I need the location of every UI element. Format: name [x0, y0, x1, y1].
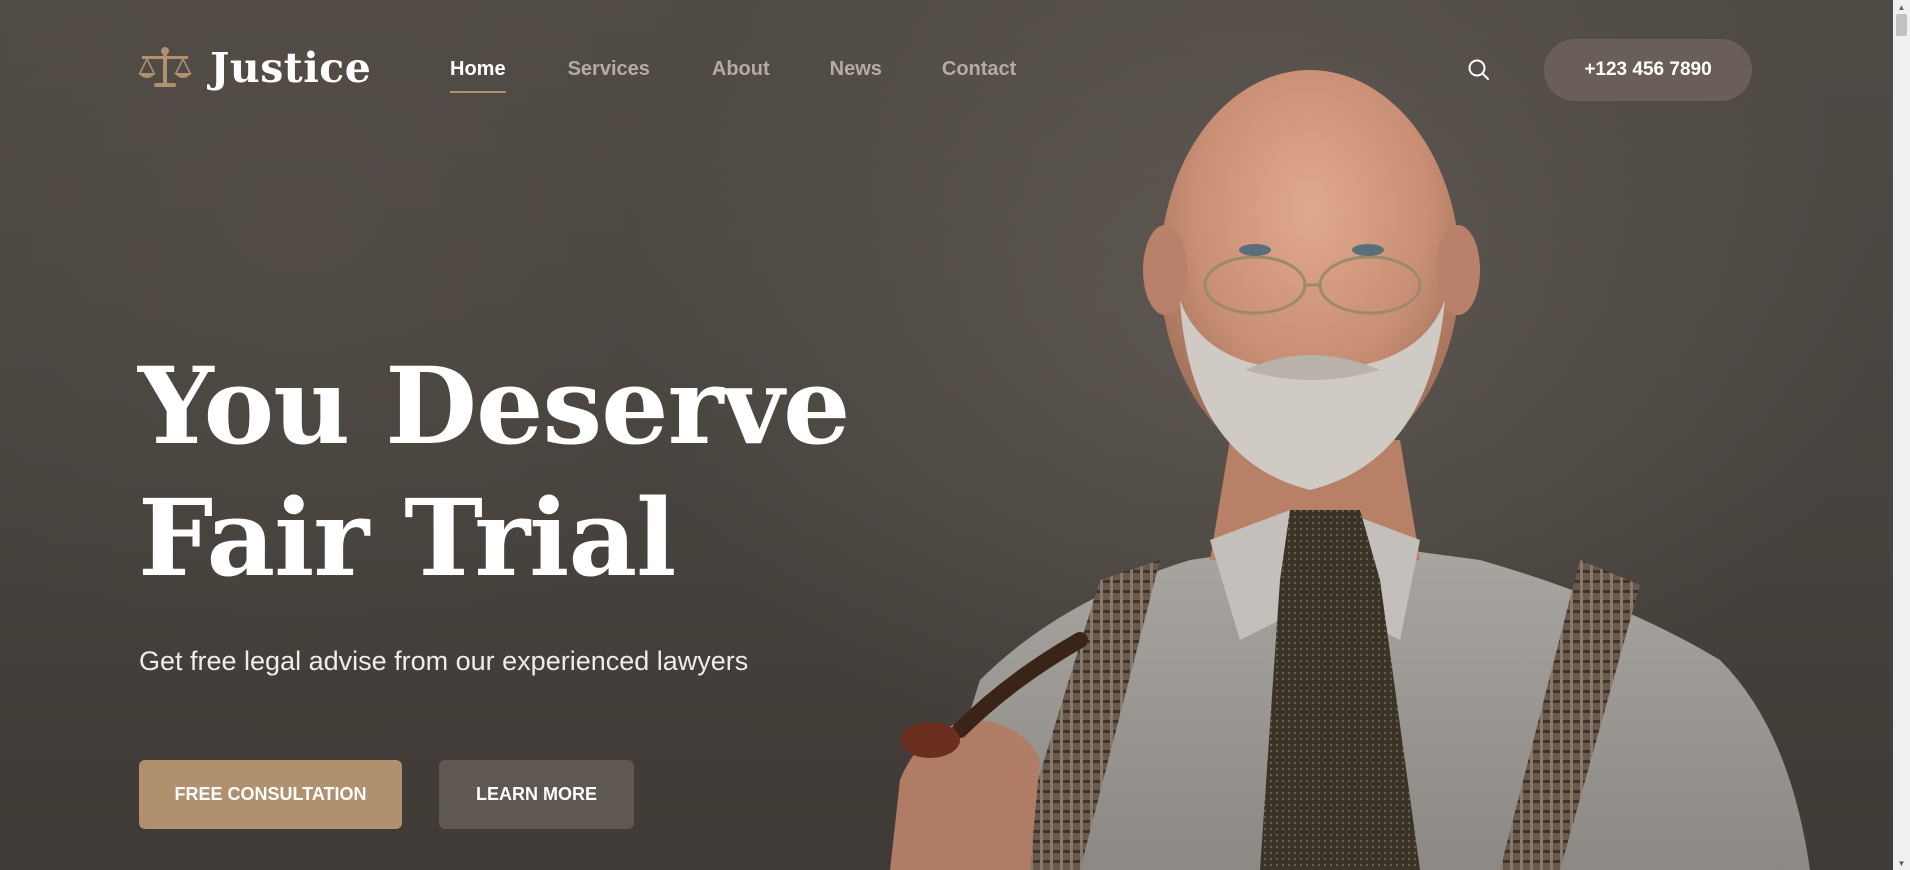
free-consultation-button[interactable]: FREE CONSULTATION — [139, 760, 402, 829]
main-nav: Home Services About News Contact — [450, 58, 1016, 93]
brand-logo[interactable]: Justice — [138, 44, 371, 92]
phone-button[interactable]: +123 456 7890 — [1544, 39, 1752, 101]
scales-icon — [138, 47, 192, 87]
scroll-up-icon[interactable]: ▲ — [1893, 0, 1910, 14]
hero-headline: You Deserve Fair Trial — [138, 340, 850, 604]
nav-item-services[interactable]: Services — [568, 58, 650, 93]
lawyer-portrait-image — [890, 70, 1810, 870]
hero-section: Justice Home Services About News Contact… — [0, 0, 1910, 870]
search-icon — [1468, 59, 1489, 80]
nav-item-contact[interactable]: Contact — [942, 58, 1016, 93]
scroll-down-icon[interactable]: ▼ — [1893, 856, 1910, 870]
learn-more-button[interactable]: LEARN MORE — [439, 760, 634, 829]
hero-subtitle: Get free legal advise from our experienc… — [139, 646, 749, 676]
scrollbar-thumb[interactable] — [1896, 14, 1907, 36]
page-scrollbar[interactable]: ▲ ▼ — [1893, 0, 1910, 870]
nav-item-home[interactable]: Home — [450, 58, 506, 93]
nav-item-about[interactable]: About — [712, 58, 770, 93]
headline-line-1: You Deserve — [138, 343, 850, 468]
headline-line-2: Fair Trial — [138, 475, 676, 600]
nav-item-news[interactable]: News — [830, 58, 882, 93]
brand-name: Justice — [210, 44, 372, 92]
search-button[interactable] — [1466, 57, 1492, 83]
